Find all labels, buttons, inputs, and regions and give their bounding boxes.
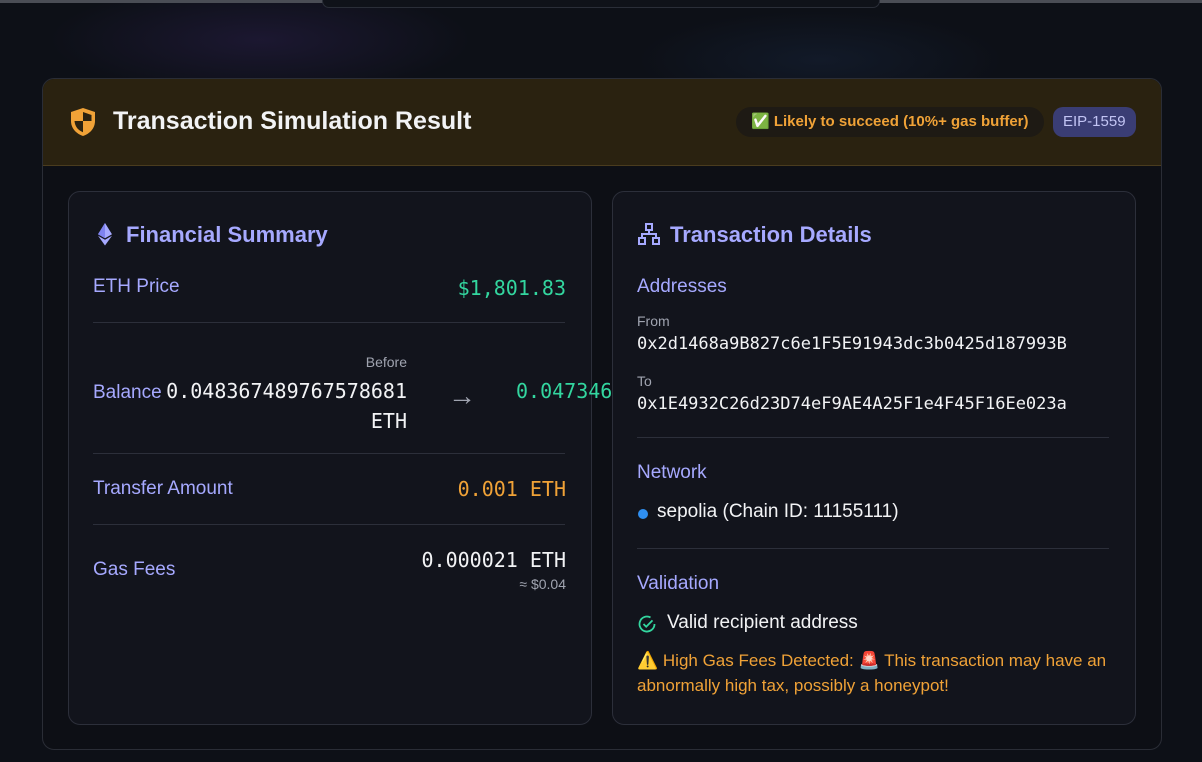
transfer-amount-value: 0.001 ETH — [457, 477, 566, 501]
gas-fees-value: 0.000021 ETH — [421, 548, 567, 572]
divider — [637, 548, 1109, 549]
balance-before-value: 0.048367489767578681 ETH — [166, 379, 407, 433]
gas-fees-usd: ≈ $0.04 — [519, 576, 566, 592]
validation-label: Validation — [637, 573, 720, 594]
simulation-result-card: Transaction Simulation Result ✅ Likely t… — [42, 78, 1162, 750]
divider — [93, 453, 565, 454]
network-label: Network — [637, 462, 707, 483]
transaction-details-title: Transaction Details — [670, 222, 872, 247]
network-value: sepolia (Chain ID: 11155111) — [657, 501, 899, 522]
check-circle-icon — [638, 615, 656, 633]
addresses-label: Addresses — [637, 276, 727, 297]
status-badge: ✅ Likely to succeed (10%+ gas buffer) — [736, 107, 1044, 137]
balance-after-value: 0.047346 — [516, 379, 613, 403]
ethereum-icon — [98, 223, 112, 246]
to-label: To — [637, 373, 652, 389]
transfer-amount-label: Transfer Amount — [93, 478, 233, 499]
financial-summary-title: Financial Summary — [126, 222, 328, 247]
from-label: From — [637, 313, 670, 329]
eth-price-label: ETH Price — [93, 276, 180, 297]
page-title: Transaction Simulation Result — [113, 107, 472, 135]
divider — [637, 437, 1109, 438]
tx-type-badge: EIP-1559 — [1053, 107, 1136, 137]
balance-before-label: Before — [365, 354, 407, 370]
gas-fees-label: Gas Fees — [93, 559, 176, 580]
eth-price-value: $1,801.83 — [457, 276, 566, 300]
from-address[interactable]: 0x2d1468a9B827c6e1F5E91943dc3b0425d18799… — [637, 334, 1067, 354]
validation-warning-text: ⚠️ High Gas Fees Detected: 🚨 This transa… — [637, 651, 1107, 695]
arrow-right-icon: → — [448, 380, 476, 411]
network-tree-icon — [638, 223, 660, 245]
card-header: Transaction Simulation Result ✅ Likely t… — [43, 79, 1161, 166]
transaction-details-panel: Transaction Details Addresses From 0x2d1… — [612, 191, 1136, 725]
shield-half-icon — [71, 108, 95, 136]
divider — [93, 322, 565, 323]
balance-label: Balance — [93, 382, 162, 403]
top-tab-edge — [322, 0, 880, 8]
network-status-dot — [638, 509, 648, 519]
validation-valid-text: Valid recipient address — [667, 612, 858, 633]
financial-summary-panel: Financial Summary ETH Price $1,801.83 Ba… — [68, 191, 612, 725]
to-address[interactable]: 0x1E4932C26d23D74eF9AE4A25F1e4F45F16Ee02… — [637, 394, 1067, 414]
divider — [93, 524, 565, 525]
